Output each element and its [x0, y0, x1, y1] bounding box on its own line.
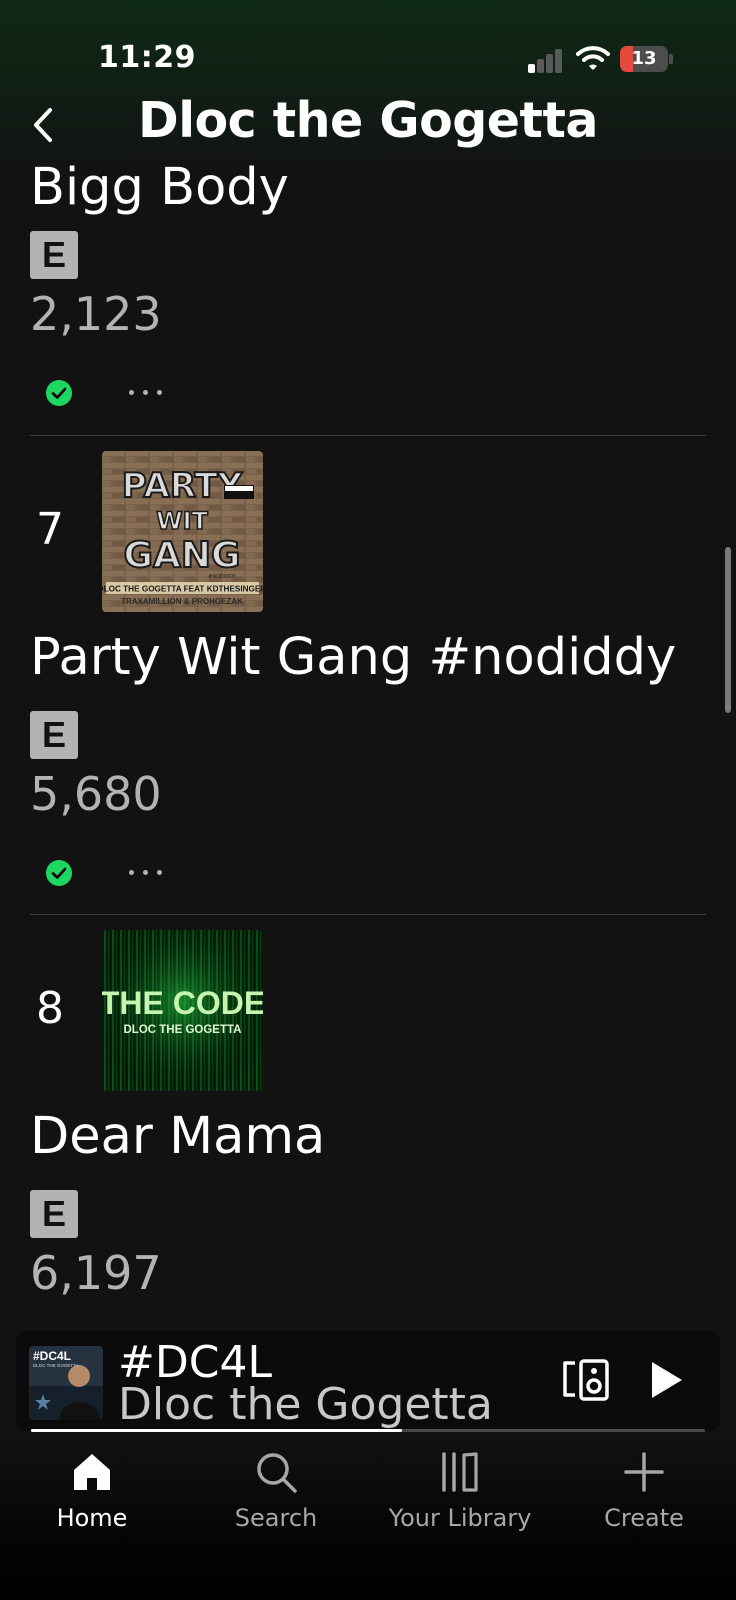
parental-advisory-logo: [224, 485, 254, 499]
explicit-badge: E: [30, 231, 78, 279]
saved-check-icon[interactable]: [45, 379, 73, 407]
track-row[interactable]: 7 PARTY WIT GANG #NODIDDY DLOC THE GOGET…: [0, 436, 736, 915]
wifi-icon: [576, 46, 610, 70]
cover-text-line2: WIT: [156, 507, 208, 535]
cover-text-line2: DLOC THE GOGETTA: [124, 1024, 242, 1036]
cover-text-line2: DLOC THE GOGETTA: [33, 1363, 79, 1368]
more-options-icon[interactable]: [126, 868, 166, 878]
cover-text-line3: GANG: [123, 535, 240, 576]
track-title: Dear Mama: [30, 1107, 326, 1166]
battery-indicator: 13: [620, 46, 668, 72]
now-playing-bar[interactable]: #DC4L DLOC THE GOGETTA #DC4L Dloc the Go…: [16, 1331, 720, 1431]
play-icon[interactable]: [646, 1359, 686, 1401]
track-number: 8: [36, 983, 64, 1034]
status-time: 11:29: [98, 40, 196, 75]
track-list[interactable]: Bigg Body E 2,123 7 PARTY WIT GANG #NODI…: [0, 0, 736, 1330]
explicit-badge: E: [30, 1190, 78, 1238]
battery-cap: [669, 54, 673, 64]
explicit-badge: E: [30, 711, 78, 759]
cover-credit-line1: DLOC THE GOGETTA FEAT KDTHESINGER: [102, 585, 263, 594]
cover-credit-line2: TRAXAMILLION & PROHOEZAK: [121, 597, 243, 606]
track-number: 7: [36, 504, 64, 555]
album-cover[interactable]: THE CODE DLOC THE GOGETTA: [102, 930, 263, 1091]
more-options-icon[interactable]: [126, 388, 166, 398]
cellular-signal-icon: [526, 47, 562, 73]
library-icon: [442, 1452, 478, 1492]
connect-device-icon[interactable]: [561, 1357, 611, 1403]
track-title: Party Wit Gang #nodiddy: [30, 628, 677, 687]
nav-search[interactable]: Search: [184, 1446, 368, 1556]
now-playing-cover: #DC4L DLOC THE GOGETTA: [29, 1346, 103, 1420]
battery-level: 13: [631, 48, 657, 69]
album-cover[interactable]: PARTY WIT GANG #NODIDDY DLOC THE GOGETTA…: [102, 451, 263, 612]
dc4l-cover-art: #DC4L DLOC THE GOGETTA: [29, 1346, 103, 1420]
home-icon: [74, 1454, 110, 1490]
cover-text-line1: #DC4L: [33, 1349, 71, 1363]
now-playing-artist: Dloc the Gogetta: [118, 1379, 493, 1430]
the-code-cover-art: THE CODE DLOC THE GOGETTA: [102, 930, 263, 1091]
cover-tag: #NODIDDY: [208, 574, 237, 580]
play-count: 5,680: [30, 767, 162, 821]
back-chevron-icon[interactable]: [28, 100, 62, 150]
scrollbar[interactable]: [725, 547, 731, 713]
party-wit-gang-cover-art: PARTY WIT GANG #NODIDDY DLOC THE GOGETTA…: [102, 451, 263, 612]
bottom-navigation: Home Search Your Library Create: [0, 1432, 736, 1600]
track-title: Bigg Body: [30, 158, 289, 217]
nav-label: Home: [56, 1504, 128, 1532]
plus-icon: [624, 1452, 664, 1492]
play-count: 6,197: [30, 1246, 162, 1300]
nav-label: Create: [604, 1504, 684, 1532]
track-row[interactable]: 8 THE CODE DLOC THE GOGETTA Dear Mama E …: [0, 915, 736, 1315]
nav-label: Your Library: [388, 1504, 532, 1532]
nav-library[interactable]: Your Library: [368, 1446, 552, 1556]
saved-check-icon[interactable]: [45, 859, 73, 887]
play-count: 2,123: [30, 287, 162, 341]
page-title: Dloc the Gogetta: [138, 92, 598, 149]
search-icon: [257, 1453, 297, 1493]
cover-text-line1: THE CODE: [102, 985, 263, 1021]
nav-home[interactable]: Home: [0, 1446, 184, 1556]
nav-create[interactable]: Create: [552, 1446, 736, 1556]
nav-label: Search: [234, 1504, 318, 1532]
